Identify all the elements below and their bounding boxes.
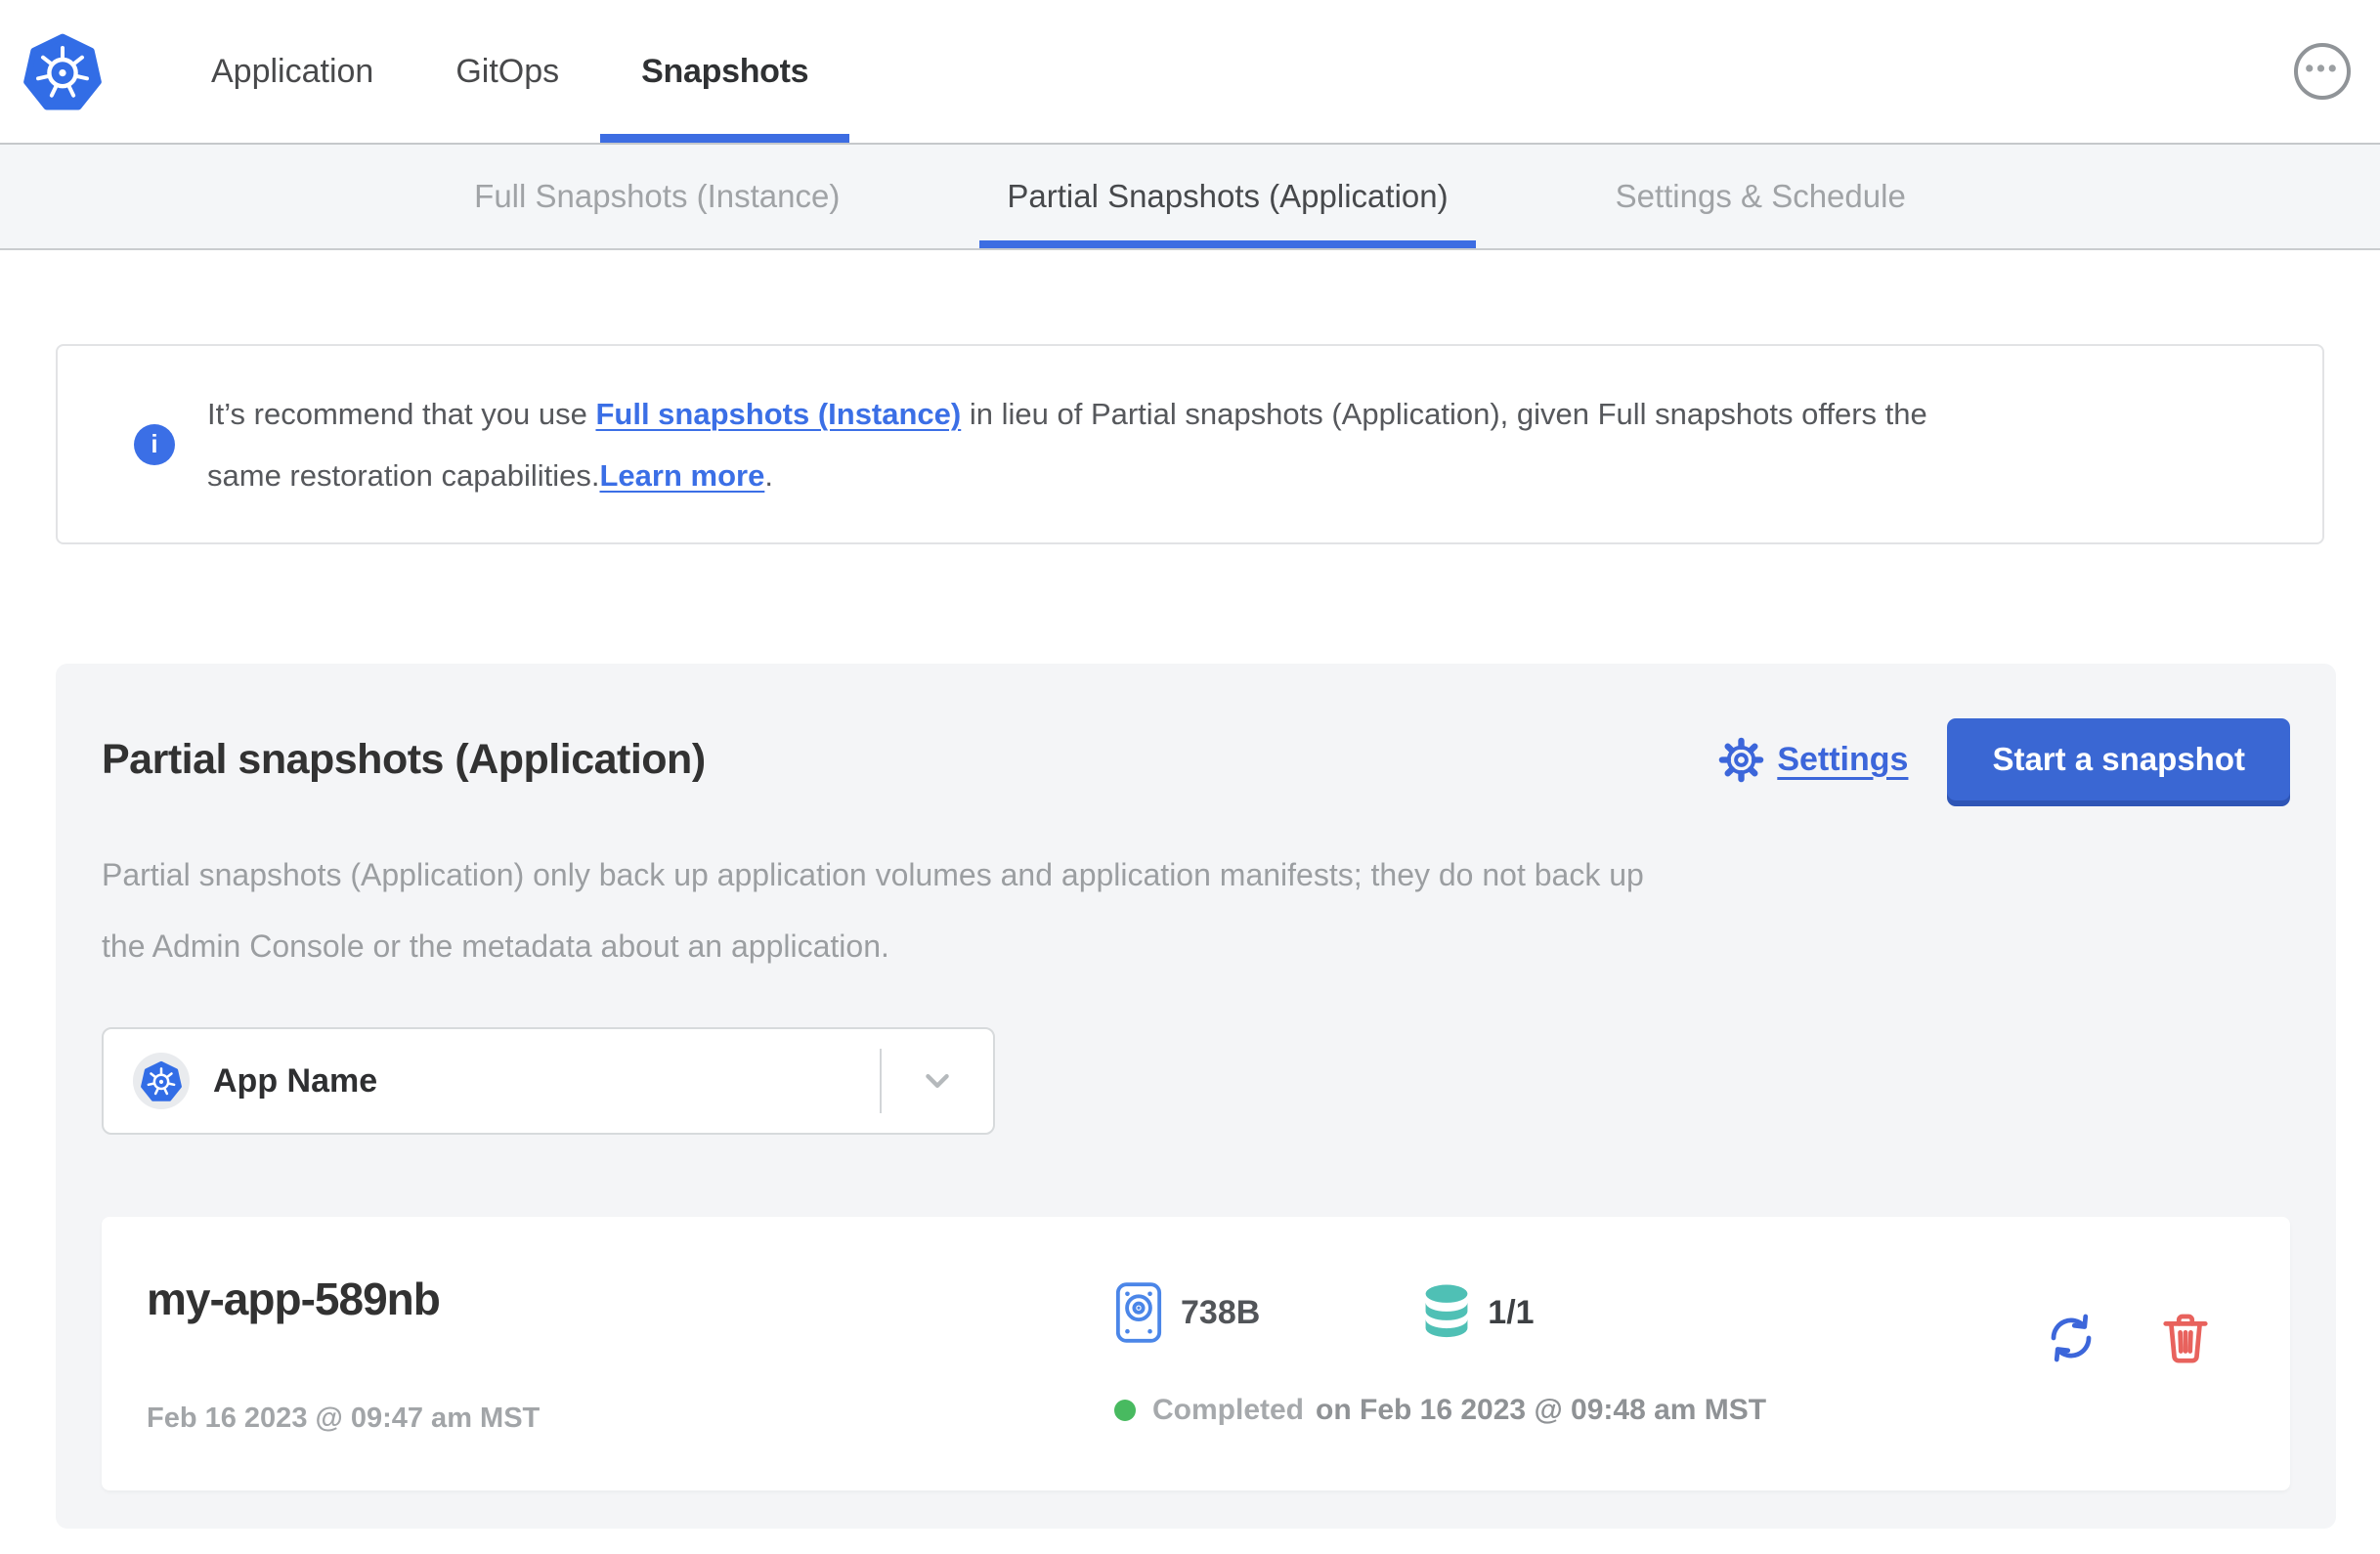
banner-text-1: It’s recommend that you use <box>207 396 596 431</box>
snapshot-size-metric: 738B <box>1114 1280 1260 1345</box>
ellipsis-icon: ••• <box>2305 54 2340 82</box>
info-banner-text: It’s recommend that you use Full snapsho… <box>207 383 1927 506</box>
snapshot-size: 738B <box>1181 1293 1261 1331</box>
panel-description: Partial snapshots (Application) only bac… <box>102 840 2290 982</box>
nav-tab-application[interactable]: Application <box>170 0 414 143</box>
learn-more-link[interactable]: Learn more <box>599 458 764 493</box>
kubernetes-logo-icon <box>23 33 102 110</box>
info-icon: i <box>134 423 175 465</box>
settings-link-label: Settings <box>1777 740 1909 778</box>
snapshot-settings-link[interactable]: Settings <box>1718 737 1908 783</box>
app-name-select[interactable]: App Name <box>102 1027 995 1135</box>
tab-partial-snapshots-application[interactable]: Partial Snapshots (Application) <box>979 145 1476 248</box>
nav-tab-snapshots[interactable]: Snapshots <box>600 0 850 143</box>
volume-disk-icon <box>1115 1282 1162 1343</box>
tab-full-snapshots-instance[interactable]: Full Snapshots (Instance) <box>447 145 867 248</box>
panel-description-line1: Partial snapshots (Application) only bac… <box>102 857 1644 892</box>
snapshot-status: Completed <box>1152 1394 1305 1426</box>
panel-title: Partial snapshots (Application) <box>102 735 706 783</box>
info-banner-line1: It’s recommend that you use Full snapsho… <box>207 383 1927 445</box>
kubernetes-app-icon <box>141 1060 182 1101</box>
snapshot-metrics: 738B 1/1 <box>1114 1280 1766 1345</box>
restore-icon <box>2051 1314 2092 1361</box>
app-select-value: App Name <box>213 1061 378 1100</box>
banner-text-2: in lieu of Partial snapshots (Applicatio… <box>961 396 1927 431</box>
app-logo-badge <box>133 1053 190 1109</box>
main-nav: Application GitOps Snapshots <box>170 0 850 143</box>
panel-header: Partial snapshots (Application) Settings… <box>102 718 2290 800</box>
snapshot-status-line: Completed on Feb 16 2023 @ 09:48 am MST <box>1114 1394 1766 1427</box>
partial-snapshots-panel: Partial snapshots (Application) Settings… <box>56 664 2336 1529</box>
info-banner: i It’s recommend that you use Full snaps… <box>56 344 2324 544</box>
nav-tab-gitops[interactable]: GitOps <box>414 0 600 143</box>
panel-header-actions: Settings Start a snapshot <box>1718 718 2290 800</box>
info-banner-line2: same restoration capabilities.Learn more… <box>207 445 1927 506</box>
panel-description-line2: the Admin Console or the metadata about … <box>102 928 889 964</box>
start-snapshot-button[interactable]: Start a snapshot <box>1947 718 2290 800</box>
restore-snapshot-button[interactable] <box>2042 1309 2100 1370</box>
delete-snapshot-button[interactable] <box>2159 1309 2212 1370</box>
snapshot-completed-at: on Feb 16 2023 @ 09:48 am MST <box>1316 1394 1767 1426</box>
overflow-menu-button[interactable]: ••• <box>2294 43 2351 100</box>
gear-icon <box>1719 737 1764 782</box>
full-snapshots-instance-link[interactable]: Full snapshots (Instance) <box>595 397 961 431</box>
info-icon-glyph: i <box>151 429 158 458</box>
snapshot-name: my-app-589nb <box>147 1273 441 1324</box>
tab-settings-schedule[interactable]: Settings & Schedule <box>1588 145 1933 248</box>
snapshot-summary: my-app-589nb Feb 16 2023 @ 09:47 am MST <box>147 1273 1114 1435</box>
snapshot-row-actions <box>2042 1309 2212 1370</box>
snapshot-details: 738B 1/1 Completed on Feb 16 2023 @ 09:4… <box>1114 1280 1766 1427</box>
trash-icon <box>2163 1314 2208 1363</box>
banner-text-4: . <box>764 457 773 493</box>
banner-text-3: same restoration capabilities. <box>207 457 600 493</box>
chevron-down-icon <box>926 1074 949 1088</box>
snapshots-subnav: Full Snapshots (Instance) Partial Snapsh… <box>0 145 2380 250</box>
select-divider <box>880 1049 882 1113</box>
snapshot-volumes-metric: 1/1 <box>1421 1283 1535 1342</box>
status-dot-icon <box>1114 1400 1136 1421</box>
snapshot-volume-count: 1/1 <box>1488 1293 1535 1331</box>
top-nav-bar: Application GitOps Snapshots ••• <box>0 0 2380 145</box>
snapshot-row: my-app-589nb Feb 16 2023 @ 09:47 am MST <box>102 1217 2290 1490</box>
snapshot-started-at: Feb 16 2023 @ 09:47 am MST <box>147 1403 541 1434</box>
database-stack-icon <box>1425 1284 1468 1338</box>
